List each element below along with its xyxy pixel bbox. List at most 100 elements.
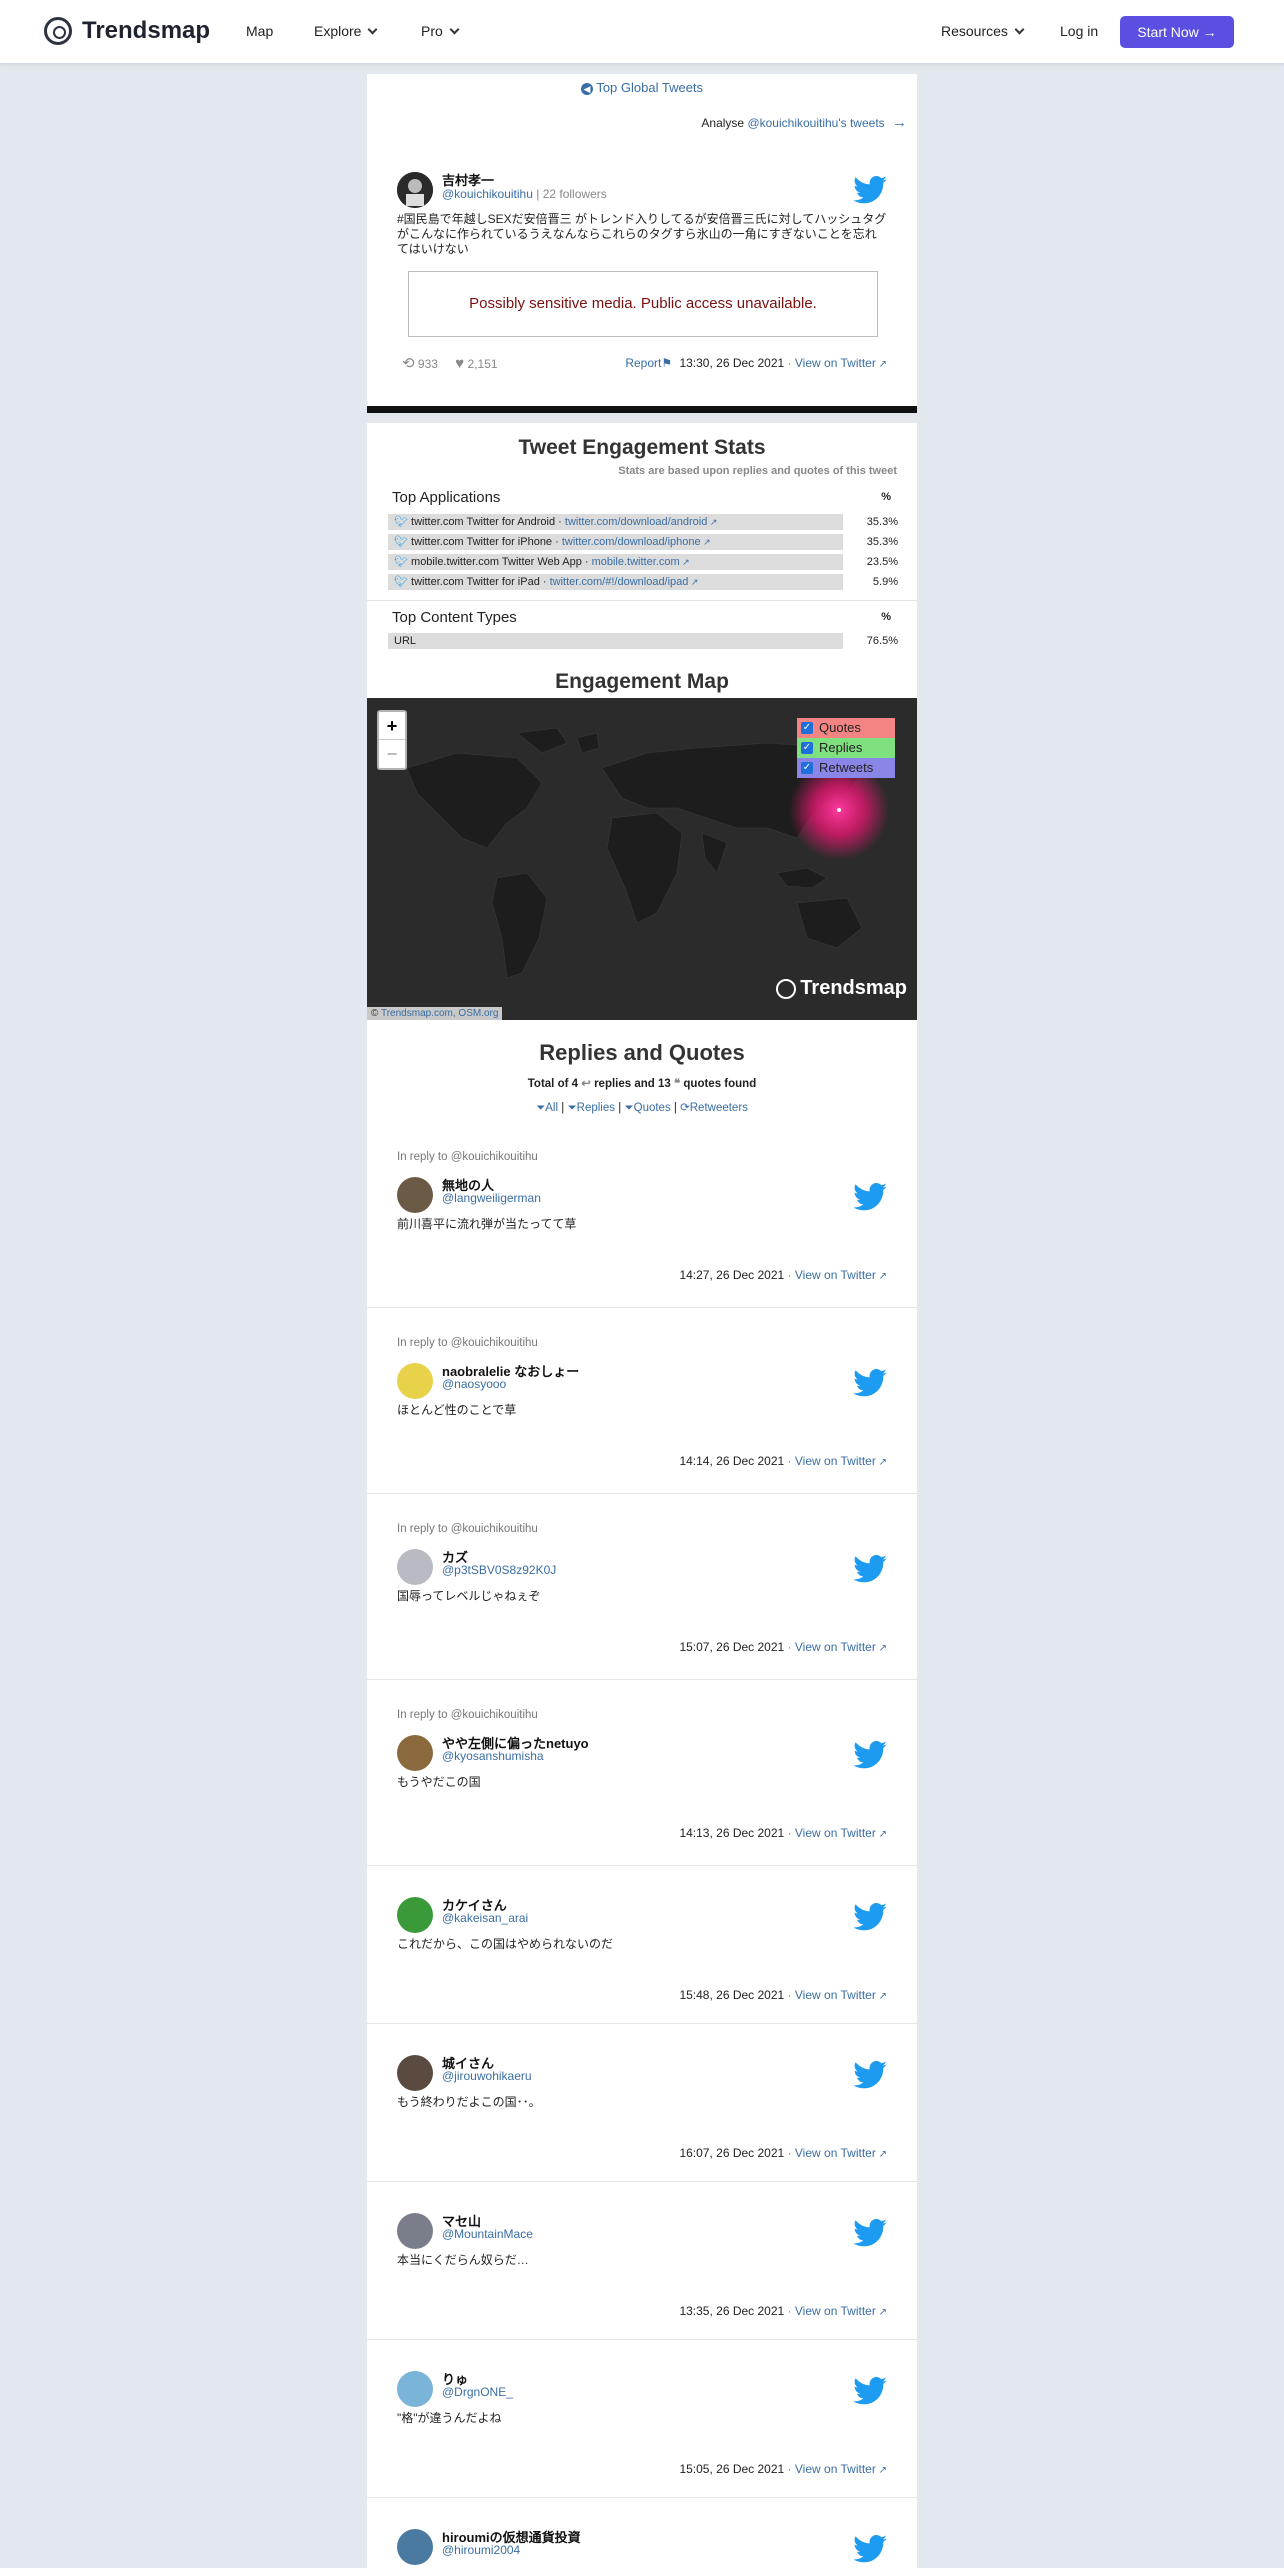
twitter-bird-icon[interactable] (853, 2061, 887, 2089)
app-name: mobile.twitter.com Twitter Web App · (411, 556, 589, 568)
in-reply-to-label: In reply to @kouichikouitihu (397, 1709, 538, 1721)
analyse-tweets-link[interactable]: @kouichikouitihu's tweets (747, 116, 884, 130)
retweet-count: 933 (417, 357, 438, 371)
legend-quotes-toggle[interactable]: ✓ Quotes (797, 718, 895, 738)
app-link[interactable]: twitter.com/#!/download/ipad (550, 576, 689, 588)
avatar[interactable] (397, 1897, 433, 1933)
legend-quotes-label: Quotes (819, 720, 861, 735)
nav-map-link[interactable]: Map (246, 23, 273, 39)
reply-tweet: In reply to @kouichikouitihu カズ @p3tSBV0S8… (397, 1523, 887, 1663)
twitter-bird-icon[interactable] (853, 2219, 887, 2247)
view-on-twitter-link[interactable]: View on Twitter (795, 1454, 876, 1468)
view-on-twitter-link[interactable]: View on Twitter (795, 1268, 876, 1282)
avatar[interactable] (397, 1363, 433, 1399)
brand-logo[interactable]: Trendsmap (44, 17, 210, 45)
twitter-bird-icon[interactable] (853, 1741, 887, 1769)
nav-pro-menu[interactable]: Pro (421, 23, 460, 39)
map-legend: ✓ Quotes ✓ Replies ✓ Retweets (797, 718, 895, 778)
avatar[interactable] (397, 1549, 433, 1585)
avatar[interactable] (397, 172, 433, 208)
app-pct: 5.9% (872, 576, 898, 588)
chevron-down-icon (368, 24, 378, 35)
retweet-icon: ⟲ (402, 355, 415, 372)
engagement-map[interactable]: + − ✓ Quotes ✓ Replies ✓ Retweets Trendsmap… (367, 698, 917, 1020)
view-on-twitter-link[interactable]: View on Twitter (795, 2146, 876, 2160)
checkbox-checked-icon: ✓ (801, 742, 813, 754)
reply-author-handle[interactable]: @p3tSBV0S8z92K0J (442, 1563, 556, 1577)
view-on-twitter-link[interactable]: View on Twitter (795, 2462, 876, 2476)
app-name: twitter.com Twitter for iPhone · (411, 536, 559, 548)
reply-author-handle[interactable]: @langweiligerman (442, 1191, 541, 1205)
legend-replies-label: Replies (819, 740, 863, 755)
reply-author-handle[interactable]: @DrgnONE_ (442, 2385, 513, 2399)
in-reply-to-label: In reply to @kouichikouitihu (397, 1523, 538, 1535)
avatar[interactable] (397, 2529, 433, 2565)
reply-author-handle[interactable]: @kyosanshumisha (442, 1749, 544, 1763)
map-attribution-link[interactable]: Trendsmap.com, OSM.org (381, 1008, 498, 1019)
twitter-bird-icon[interactable] (853, 2377, 887, 2405)
reply-author-handle[interactable]: @naosyooo (442, 1377, 506, 1391)
content-type-row: URL 76.5% (388, 633, 898, 649)
reply-author-handle[interactable]: @MountainMace (442, 2227, 533, 2241)
twitter-bird-icon[interactable] (853, 2535, 887, 2563)
filter-all[interactable]: ⏷All (536, 1102, 558, 1114)
replies-summary: Total of 4 ↩ replies and 13 ❝ quotes fou… (367, 1076, 917, 1090)
login-link[interactable]: Log in (1060, 23, 1098, 39)
reply-author-handle[interactable]: @hiroumi2004 (442, 2543, 520, 2557)
view-on-twitter-link[interactable]: View on Twitter (795, 1640, 876, 1654)
reply-author-handle[interactable]: @kakeisan_arai (442, 1911, 528, 1925)
avatar[interactable] (397, 2213, 433, 2249)
app-label: 🐦︎ twitter.com Twitter for iPad · twitte… (394, 574, 698, 590)
view-on-twitter-link[interactable]: View on Twitter (795, 1988, 876, 2002)
twitter-bird-icon[interactable] (853, 1369, 887, 1397)
chevron-down-icon (449, 24, 460, 35)
avatar[interactable] (397, 2055, 433, 2091)
avatar[interactable] (397, 2371, 433, 2407)
external-link-icon: ↗ (875, 1643, 887, 1654)
tweet-author-handle[interactable]: @kouichikouitihu (442, 187, 533, 201)
legend-retweets-label: Retweets (819, 760, 874, 775)
top-content-types-header: Top Content Types (392, 609, 517, 626)
filter-quotes[interactable]: ⏷Quotes (624, 1102, 670, 1114)
zoom-in-button[interactable]: + (379, 712, 405, 740)
stats-subtitle: Stats are based upon replies and quotes … (618, 465, 897, 477)
avatar[interactable] (397, 1735, 433, 1771)
content-pct-header: % (881, 611, 891, 623)
external-link-icon: ↗ (875, 1991, 887, 2002)
reply-footer: 15:48, 26 Dec 2021 · View on Twitter ↗ (679, 1988, 887, 2002)
view-on-twitter-link[interactable]: View on Twitter (795, 356, 876, 370)
filter-retweeters[interactable]: ⟳Retweeters (680, 1102, 748, 1114)
map-attribution: © Trendsmap.com, OSM.org (367, 1007, 503, 1020)
reply-text: "格"が違うんだよね (397, 2411, 502, 2425)
view-on-twitter-link[interactable]: View on Twitter (795, 1826, 876, 1840)
external-link-icon: ↗ (875, 2149, 887, 2160)
start-now-button[interactable]: Start Now → (1120, 16, 1234, 48)
zoom-out-button[interactable]: − (379, 740, 405, 768)
legend-retweets-toggle[interactable]: ✓ Retweets (797, 758, 895, 778)
view-on-twitter-link[interactable]: View on Twitter (795, 2304, 876, 2318)
top-global-tweets-link[interactable]: ◀ Top Global Tweets (580, 80, 703, 95)
in-reply-to-label: In reply to @kouichikouitihu (397, 1151, 538, 1163)
twitter-bird-icon[interactable] (853, 1555, 887, 1583)
trendsmap-logo-icon (776, 978, 797, 999)
legend-replies-toggle[interactable]: ✓ Replies (797, 738, 895, 758)
external-link-icon: ↗ (707, 517, 718, 527)
nav-resources-menu[interactable]: Resources (941, 23, 1025, 39)
filter-icon: ⏷ (624, 1102, 634, 1114)
reply-author-handle[interactable]: @jirouwohikaeru (442, 2069, 532, 2083)
avatar[interactable] (397, 1177, 433, 1213)
app-link[interactable]: twitter.com/download/iphone (562, 536, 701, 548)
twitter-bird-icon[interactable] (853, 176, 887, 204)
external-link-icon: ↗ (875, 1271, 887, 1282)
app-link[interactable]: twitter.com/download/android (565, 516, 707, 528)
twitter-bird-icon[interactable] (853, 1903, 887, 1931)
app-link[interactable]: mobile.twitter.com (592, 556, 680, 568)
reply-timestamp: 16:07, 26 Dec 2021 (679, 2146, 785, 2160)
reply-tweet: In reply to @kouichikouitihu naobralelie … (397, 1337, 887, 1477)
reply-tweet: In reply to @kouichikouitihu 無地の人 @langwei… (397, 1151, 887, 1291)
report-link[interactable]: Report (625, 356, 661, 370)
nav-explore-menu[interactable]: Explore (314, 23, 378, 39)
twitter-bird-icon[interactable] (853, 1183, 887, 1211)
reply-timestamp: 15:05, 26 Dec 2021 (679, 2462, 785, 2476)
filter-replies[interactable]: ⏷Replies (567, 1102, 615, 1114)
